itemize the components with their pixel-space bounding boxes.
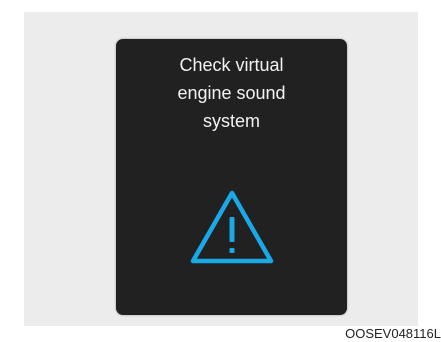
cluster-display-panel: Check virtual engine sound system <box>116 39 347 315</box>
warning-exclamation-dot <box>229 248 235 253</box>
message-line-3: system <box>202 111 260 131</box>
message-line-1: Check virtual <box>179 55 284 75</box>
message-line-2: engine sound <box>177 83 286 103</box>
figure-caption-code: OOSEV048116L <box>345 326 441 341</box>
warning-triangle-icon <box>187 187 277 267</box>
warning-exclamation-bar <box>229 217 235 242</box>
warning-message: Check virtual engine sound system <box>116 51 347 135</box>
